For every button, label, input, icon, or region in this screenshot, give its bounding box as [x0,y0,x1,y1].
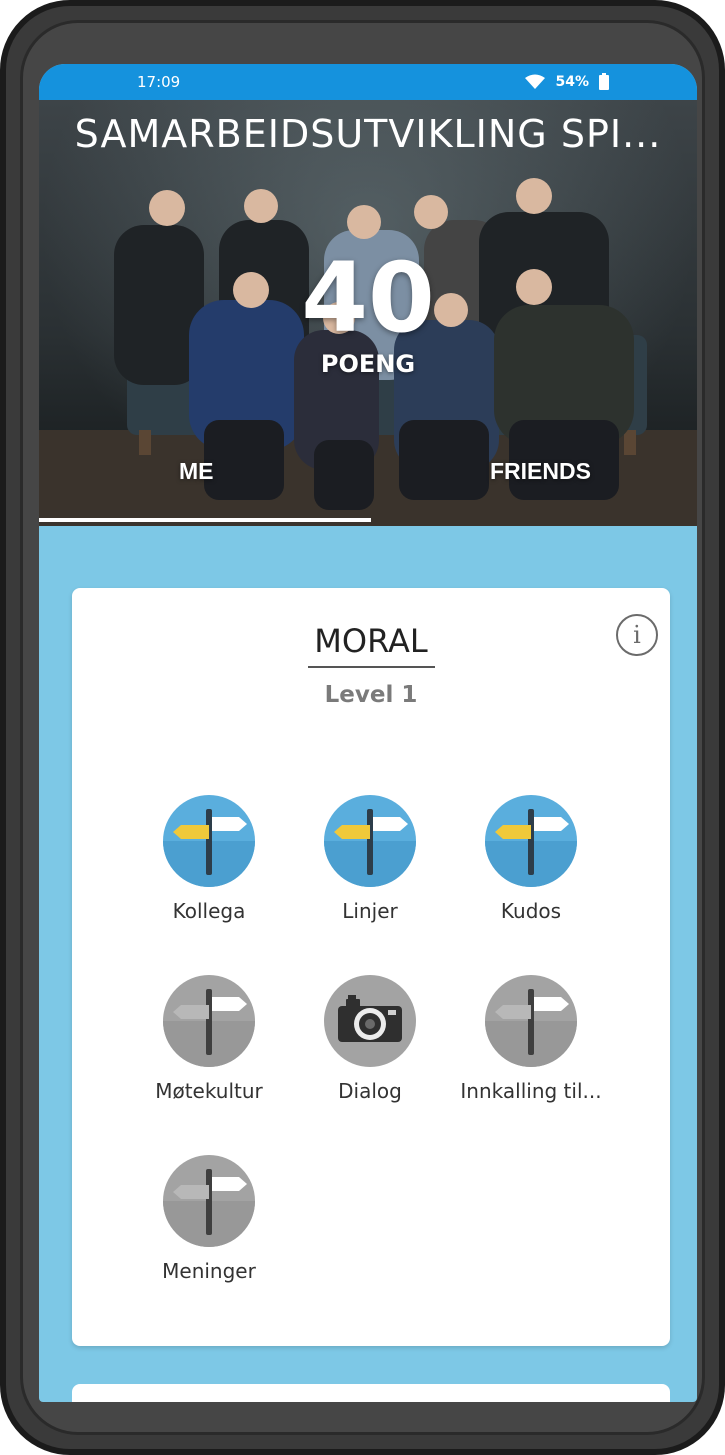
signpost-icon [163,1155,255,1247]
phone-frame: 17:09 54% SAMARBEIDSUTVIKLING SPI... 40 … [0,0,725,1455]
score-label: POENG [320,350,416,378]
badge-meninger[interactable]: Meninger [129,1155,289,1283]
badge-label: Kollega [172,899,246,923]
badge-kudos[interactable]: Kudos [451,795,611,923]
badge-label: Linjer [342,899,398,923]
title-underline [308,666,435,668]
score-value: 40 [301,242,435,354]
status-time: 17:09 [137,73,181,91]
next-category-card[interactable] [72,1384,670,1402]
badge-dialog[interactable]: Dialog [290,975,450,1103]
badge-label: Meninger [162,1259,256,1283]
info-icon[interactable]: i [616,614,658,656]
camera-icon [324,975,416,1067]
category-card: MORAL Level 1 i Kollega Linjer Kudos Møt… [72,588,670,1346]
badge-kollega[interactable]: Kollega [129,795,289,923]
active-tab-indicator [39,518,371,522]
signpost-icon [163,975,255,1067]
signpost-icon [485,975,577,1067]
badge-label: Dialog [338,1079,402,1103]
tab-friends[interactable]: FRIENDS [490,458,591,485]
signpost-icon [324,795,416,887]
badge-label: Møtekultur [155,1079,263,1103]
signpost-icon [485,795,577,887]
signpost-icon [163,795,255,887]
status-right: 54% [525,73,609,90]
battery-percentage: 54% [555,73,589,90]
level-label: Level 1 [324,682,418,708]
wifi-icon [525,74,546,89]
badge-motekultur[interactable]: Møtekultur [129,975,289,1103]
badge-label: Innkalling til... [460,1079,602,1103]
category-title: MORAL [314,622,428,660]
badge-linjer[interactable]: Linjer [290,795,450,923]
app-screen: 17:09 54% SAMARBEIDSUTVIKLING SPI... 40 … [39,64,697,1402]
badge-label: Kudos [500,899,562,923]
tab-me[interactable]: ME [179,458,214,485]
battery-icon [599,73,609,90]
status-bar: 17:09 54% [39,64,697,100]
badge-innkalling[interactable]: Innkalling til... [451,975,611,1103]
hero-header: SAMARBEIDSUTVIKLING SPI... 40 POENG ME F… [39,100,697,526]
game-title: SAMARBEIDSUTVIKLING SPI... [74,112,662,156]
